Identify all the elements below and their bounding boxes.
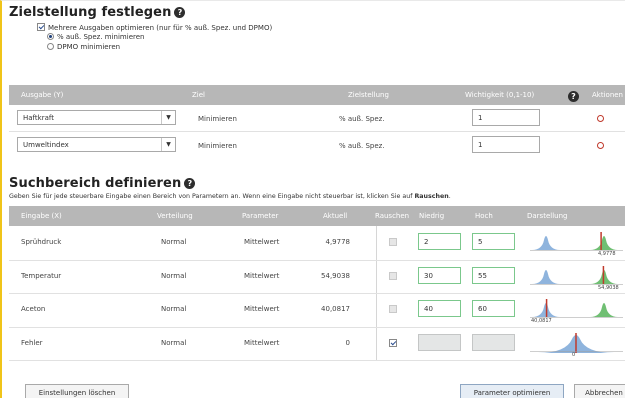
- goal-table-header: Ausgabe (Y) Ziel Zielstellung Wichtigkei…: [9, 85, 625, 105]
- help-icon[interactable]: ?: [184, 178, 196, 189]
- radio-label: DPMO minimieren: [57, 43, 121, 51]
- parameter-cell: Mittelwert: [244, 238, 280, 246]
- high-input[interactable]: 5: [472, 233, 515, 250]
- row-divider: [9, 260, 625, 261]
- multi-optimize-checkbox-row[interactable]: Mehrere Ausgaben optimieren (nur für % a…: [37, 23, 272, 32]
- high-distribution-curve: [590, 303, 618, 317]
- output-select-umweltindex[interactable]: Umweltindex ▼: [17, 137, 176, 152]
- col-target: Zielstellung: [348, 91, 389, 99]
- table-bottom-line: [9, 360, 625, 361]
- instruction-text: Geben Sie für jede steuerbare Eingabe ei…: [9, 193, 415, 200]
- radio-minimize-percent[interactable]: % auß. Spez. minimieren: [47, 33, 144, 41]
- dropdown-arrow-icon[interactable]: ▼: [161, 138, 175, 151]
- radio-label: % auß. Spez. minimieren: [57, 33, 145, 41]
- high-input[interactable]: 55: [472, 267, 515, 284]
- row-divider: [9, 327, 625, 328]
- distribution-cell: Normal: [161, 238, 187, 246]
- col-parameter: Parameter: [242, 212, 279, 220]
- search-table-header: Eingabe (X) Verteilung Parameter Aktuell…: [9, 206, 625, 226]
- distribution-cell: Normal: [161, 305, 187, 313]
- col-current: Aktuell: [323, 212, 348, 220]
- cancel-button[interactable]: Abbrechen: [574, 384, 625, 398]
- input-name-cell: Sprühdruck: [21, 238, 62, 246]
- noise-checkbox[interactable]: [389, 272, 397, 280]
- radio-minimize-dpmo[interactable]: DPMO minimieren: [47, 43, 120, 51]
- low-distribution-curve: [532, 236, 560, 250]
- current-value-cell: 40,0817: [321, 305, 350, 313]
- high-distribution-curve: [590, 236, 618, 250]
- noise-checkbox[interactable]: [389, 339, 397, 347]
- col-goal: Ziel: [192, 91, 205, 99]
- low-input[interactable]: [418, 334, 461, 351]
- delete-icon[interactable]: [597, 142, 604, 149]
- current-value-cell: 54,9038: [321, 272, 350, 280]
- output-select-value: Umweltindex: [23, 141, 69, 149]
- col-distribution: Verteilung: [157, 212, 193, 220]
- low-input[interactable]: 30: [418, 267, 461, 284]
- parameter-cell: Mittelwert: [244, 305, 280, 313]
- low-distribution-curve: [532, 270, 560, 284]
- current-value-cell: 4,9778: [325, 238, 351, 246]
- high-input[interactable]: [472, 334, 515, 351]
- radio-icon[interactable]: [47, 43, 54, 50]
- instruction-end: .: [448, 193, 451, 200]
- goal-title-text: Zielstellung festlegen: [9, 5, 172, 20]
- col-actions: Aktionen: [592, 91, 623, 99]
- help-icon[interactable]: ?: [568, 91, 579, 102]
- search-instruction: Geben Sie für jede steuerbare Eingabe ei…: [9, 193, 451, 200]
- row-divider: [9, 293, 625, 294]
- distribution-cell: Normal: [161, 272, 187, 280]
- importance-input[interactable]: 1: [472, 136, 540, 153]
- parameter-cell: Mittelwert: [244, 272, 280, 280]
- col-high: Hoch: [475, 212, 493, 220]
- target-cell: % auß. Spez.: [339, 115, 385, 123]
- plot-value-label: 40,0817: [531, 318, 552, 324]
- parameter-cell: Mittelwert: [244, 339, 280, 347]
- distribution-cell: Normal: [161, 339, 187, 347]
- col-plot: Darstellung: [527, 212, 568, 220]
- low-input[interactable]: 2: [418, 233, 461, 250]
- output-select-haftkraft[interactable]: Haftkraft ▼: [17, 110, 176, 125]
- col-noise: Rauschen: [375, 212, 410, 220]
- plot-value-label: 0: [572, 352, 576, 358]
- search-title-text: Suchbereich definieren: [9, 176, 182, 191]
- current-value-cell: 0: [345, 339, 350, 347]
- optimize-parameters-button[interactable]: Parameter optimieren: [460, 384, 564, 398]
- help-icon[interactable]: ?: [174, 7, 186, 18]
- col-importance: Wichtigkeit (0,1-10): [465, 91, 535, 99]
- col-output: Ausgabe (Y): [21, 91, 64, 99]
- importance-input[interactable]: 1: [472, 109, 540, 126]
- high-input[interactable]: 60: [472, 300, 515, 317]
- input-name-cell: Fehler: [21, 339, 43, 347]
- goal-section-title: Zielstellung festlegen?: [9, 5, 186, 20]
- noise-checkbox[interactable]: [389, 238, 397, 246]
- clear-settings-button[interactable]: Einstellungen löschen: [25, 384, 129, 398]
- distribution-plot-icon: [530, 333, 623, 353]
- col-input: Eingabe (X): [21, 212, 62, 220]
- col-low: Niedrig: [419, 212, 445, 220]
- goal-cell: Minimieren: [198, 115, 237, 123]
- dropdown-arrow-icon[interactable]: ▼: [161, 111, 175, 124]
- row-divider: [9, 131, 625, 132]
- goal-cell: Minimieren: [198, 142, 237, 150]
- instruction-bold: Rauschen: [414, 193, 449, 200]
- noise-checkbox[interactable]: [389, 305, 397, 313]
- delete-icon[interactable]: [597, 115, 604, 122]
- low-input[interactable]: 40: [418, 300, 461, 317]
- input-name-cell: Temperatur: [21, 272, 62, 280]
- plot-value-label: 54,9038: [598, 285, 619, 291]
- search-section-title: Suchbereich definieren?: [9, 176, 196, 191]
- plot-value-label: 4,9778: [598, 251, 616, 257]
- target-cell: % auß. Spez.: [339, 142, 385, 150]
- input-name-cell: Aceton: [21, 305, 46, 313]
- checkbox-icon[interactable]: [37, 23, 45, 31]
- radio-icon[interactable]: [47, 33, 54, 40]
- output-select-value: Haftkraft: [23, 114, 54, 122]
- multi-optimize-label: Mehrere Ausgaben optimieren (nur für % a…: [48, 24, 273, 32]
